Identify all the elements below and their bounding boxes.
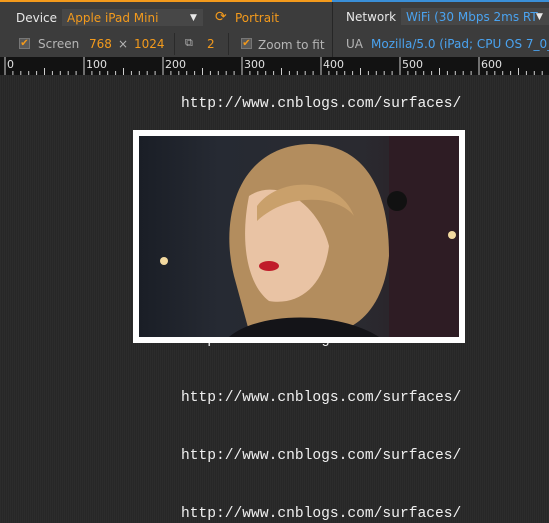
network-tab-indicator bbox=[332, 0, 549, 2]
url-text[interactable]: http://www.cnblogs.com/surfaces/ bbox=[181, 96, 461, 112]
screen-checkbox[interactable]: ✔ bbox=[19, 38, 30, 49]
device-value: Apple iPad Mini bbox=[67, 11, 159, 25]
portrait-photo bbox=[133, 130, 465, 343]
zoom-to-fit-checkbox[interactable]: ✔ bbox=[241, 38, 252, 49]
ruler-label: 500 bbox=[402, 58, 423, 71]
url-text[interactable]: http://www.cnblogs.com/surfaces/ bbox=[181, 390, 461, 406]
ruler-label: 0 bbox=[7, 58, 14, 71]
screen-label: Screen bbox=[38, 37, 80, 51]
device-label: Device bbox=[16, 11, 58, 25]
network-value: WiFi (30 Mbps 2ms RT bbox=[406, 10, 538, 24]
ruler-label: 400 bbox=[323, 58, 344, 71]
rotate-icon[interactable]: ⟳ bbox=[215, 10, 227, 24]
ua-value[interactable]: Mozilla/5.0 (iPad; CPU OS 7_0_4... bbox=[371, 37, 549, 51]
ruler-label: 300 bbox=[244, 58, 265, 71]
portrait-illustration bbox=[160, 136, 459, 337]
ruler-label: 100 bbox=[86, 58, 107, 71]
network-select[interactable]: WiFi (30 Mbps 2ms RT ▼ bbox=[401, 8, 549, 25]
ua-label: UA bbox=[346, 37, 363, 51]
device-tab-indicator bbox=[0, 0, 332, 2]
url-text[interactable]: http://www.cnblogs.com/surfaces/ bbox=[181, 506, 461, 522]
device-emulation-toolbar: Device Apple iPad Mini ▼ ⟳ Portrait Netw… bbox=[0, 0, 549, 57]
horizontal-ruler: 0 100 200 300 400 500 600 bbox=[0, 57, 549, 75]
ruler-label: 200 bbox=[165, 58, 186, 71]
photo-image bbox=[139, 136, 459, 337]
url-text[interactable]: http://www.cnblogs.com/surfaces/ bbox=[181, 448, 461, 464]
divider bbox=[332, 2, 333, 57]
ruler-label: 600 bbox=[481, 58, 502, 71]
width-input[interactable]: 768 bbox=[89, 37, 112, 51]
orientation-button[interactable]: Portrait bbox=[235, 11, 279, 25]
divider bbox=[228, 33, 229, 55]
pixel-ratio-icon: ⧉ bbox=[185, 36, 193, 49]
chevron-down-icon: ▼ bbox=[536, 12, 543, 22]
network-label: Network bbox=[346, 10, 397, 24]
divider bbox=[174, 33, 175, 55]
pixel-ratio-input[interactable]: 2 bbox=[207, 37, 215, 51]
height-input[interactable]: 1024 bbox=[134, 37, 165, 51]
times-sign: × bbox=[118, 37, 129, 51]
device-select[interactable]: Apple iPad Mini ▼ bbox=[62, 9, 203, 26]
zoom-to-fit-label: Zoom to fit bbox=[258, 38, 325, 52]
chevron-down-icon: ▼ bbox=[190, 13, 197, 23]
